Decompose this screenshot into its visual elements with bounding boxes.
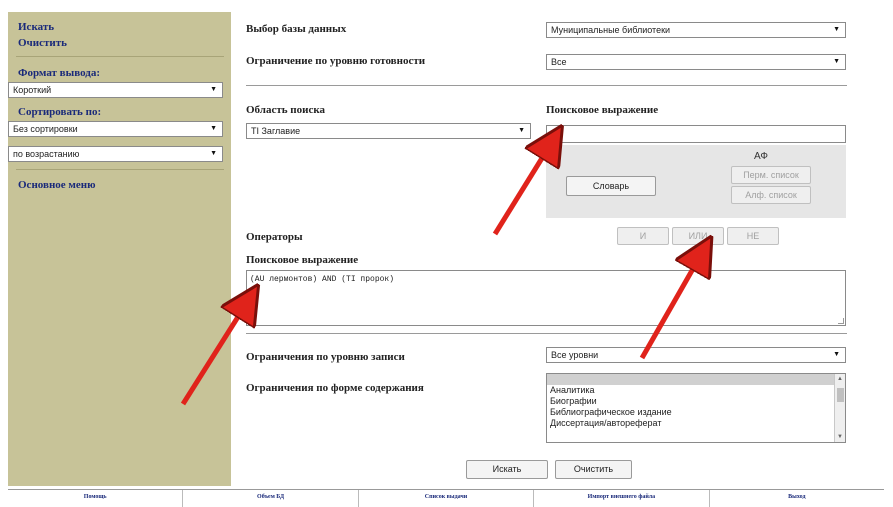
operator-or-button[interactable]: ИЛИ (672, 227, 724, 245)
sidebar-divider (16, 169, 224, 170)
list-item[interactable] (547, 374, 845, 385)
section-divider (246, 333, 847, 334)
record-level-value: Все уровни (551, 350, 599, 360)
content-form-listbox[interactable]: Аналитика Биографии Библиографическое из… (546, 373, 846, 443)
list-item[interactable]: Биографии (547, 396, 845, 407)
readiness-value: Все (551, 57, 567, 67)
sort-value: Без сортировки (13, 124, 78, 134)
scroll-thumb[interactable] (837, 388, 844, 402)
footer-import-link[interactable]: Импорт внешнего файла (534, 490, 710, 507)
record-level-label: Ограничения по уровню записи (246, 351, 405, 363)
resize-handle-icon[interactable] (838, 318, 844, 324)
footer-help-link[interactable]: Помощь (8, 490, 184, 507)
search-expr-label: Поисковое выражение (546, 104, 659, 116)
sidebar-clear-link[interactable]: Очистить (18, 37, 67, 49)
database-label: Выбор базы данных (246, 23, 347, 35)
footer-nav: Помощь Объем БД Список выдачи Импорт вне… (8, 489, 884, 507)
query-label: Поисковое выражение (246, 254, 359, 266)
query-textarea[interactable]: (AU лермонтов) AND (TI пророк) (246, 270, 846, 326)
operator-and-button[interactable]: И (617, 227, 669, 245)
dictionary-panel: АФ Перм. список Словарь Алф. список (546, 145, 846, 218)
database-value: Муниципальные библиотеки (551, 25, 671, 35)
output-format-select[interactable]: Короткий ▼ (8, 82, 223, 98)
sort-order-value: по возрастанию (13, 149, 80, 159)
sidebar-divider (16, 56, 224, 57)
sort-order-select[interactable]: по возрастанию ▼ (8, 146, 223, 162)
search-button[interactable]: Искать (466, 460, 548, 479)
perm-list-button[interactable]: Перм. список (731, 166, 811, 184)
database-select[interactable]: Муниципальные библиотеки ▼ (546, 22, 846, 38)
chevron-down-icon: ▼ (833, 351, 840, 358)
dictionary-button[interactable]: Словарь (566, 176, 656, 196)
chevron-down-icon: ▼ (833, 58, 840, 65)
listbox-scrollbar[interactable]: ▲ ▼ (834, 374, 845, 442)
sidebar: Искать Очистить Формат вывода: Короткий … (8, 12, 231, 486)
content-form-label: Ограничения по форме содержания (246, 382, 424, 394)
scroll-up-icon[interactable]: ▲ (835, 376, 845, 382)
output-format-value: Короткий (13, 85, 52, 95)
sort-select[interactable]: Без сортировки ▼ (8, 121, 223, 137)
main-menu-link[interactable]: Основное меню (18, 179, 96, 191)
footer-output-list-link[interactable]: Список выдачи (359, 490, 535, 507)
sidebar-search-link[interactable]: Искать (18, 21, 54, 33)
list-item[interactable]: Библиографическое издание (547, 407, 845, 418)
list-item[interactable]: Диссертация/автореферат (547, 418, 845, 429)
search-area-label: Область поиска (246, 104, 326, 116)
footer-db-size-link[interactable]: Объем БД (183, 490, 359, 507)
readiness-label: Ограничение по уровню готовности (246, 55, 426, 67)
clear-button[interactable]: Очистить (555, 460, 632, 479)
operator-not-button[interactable]: НЕ (727, 227, 779, 245)
chevron-down-icon: ▼ (210, 125, 217, 132)
search-expr-input[interactable] (546, 125, 846, 143)
query-value: (AU лермонтов) AND (TI пророк) (250, 275, 395, 284)
page-caption (120, 0, 820, 9)
alph-list-button[interactable]: Алф. список (731, 186, 811, 204)
search-area-value: TI Заглавие (251, 126, 301, 136)
chevron-down-icon: ▼ (210, 86, 217, 93)
af-label: АФ (754, 151, 768, 162)
operators-label: Операторы (246, 231, 303, 243)
chevron-down-icon: ▼ (833, 26, 840, 33)
scroll-down-icon[interactable]: ▼ (835, 434, 845, 440)
sort-label: Сортировать по: (18, 106, 102, 118)
chevron-down-icon: ▼ (518, 127, 525, 134)
output-format-label: Формат вывода: (18, 67, 100, 79)
footer-exit-link[interactable]: Выход (710, 490, 884, 507)
section-divider (246, 85, 847, 86)
red-arrow-icon (492, 142, 552, 236)
readiness-select[interactable]: Все ▼ (546, 54, 846, 70)
search-area-select[interactable]: TI Заглавие ▼ (246, 123, 531, 139)
record-level-select[interactable]: Все уровни ▼ (546, 347, 846, 363)
list-item[interactable]: Аналитика (547, 385, 845, 396)
chevron-down-icon: ▼ (210, 150, 217, 157)
